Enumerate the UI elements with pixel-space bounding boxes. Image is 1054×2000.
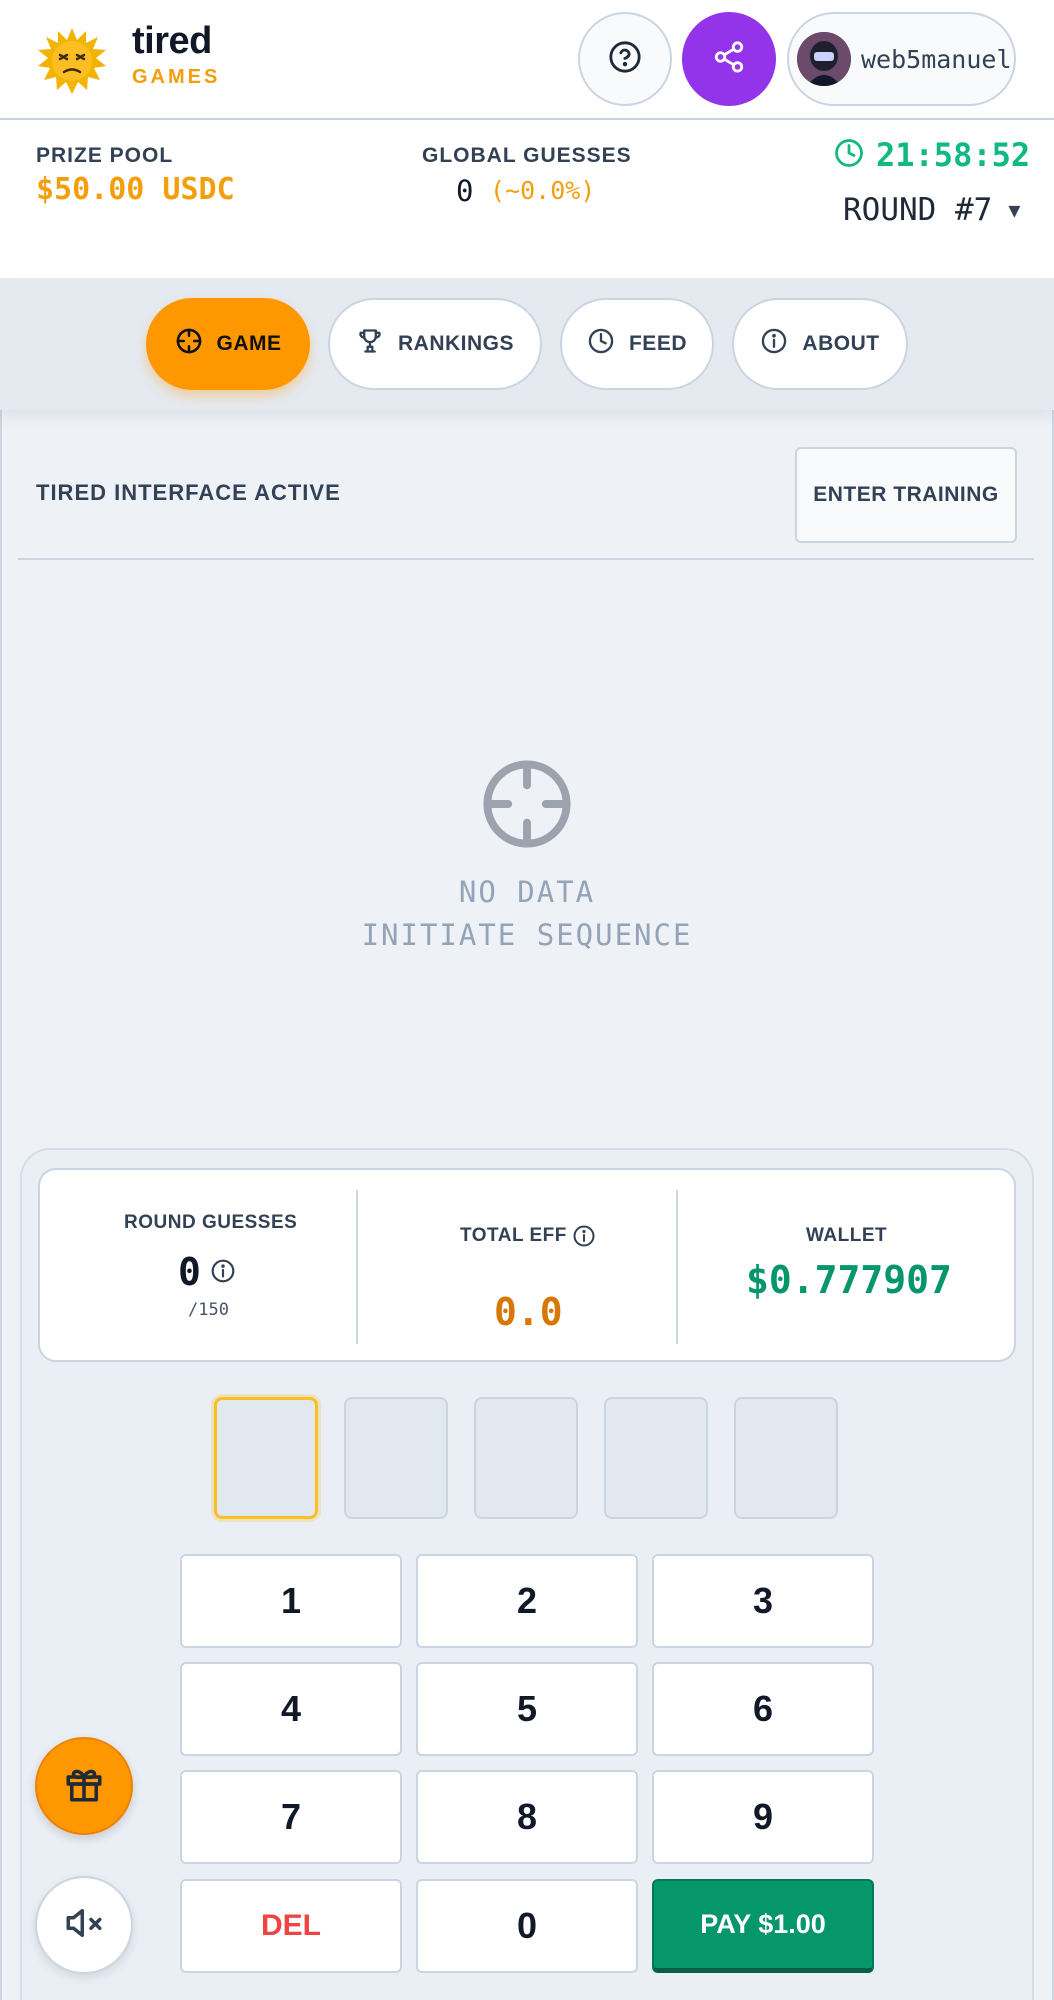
tab-about[interactable]: ABOUT: [732, 298, 908, 390]
chevron-down-icon: ▼: [1008, 198, 1021, 222]
global-guesses-percent: (~0.0%): [490, 176, 596, 205]
tab-label: RANKINGS: [397, 332, 514, 355]
round-guesses-max: /150: [188, 1300, 229, 1320]
tab-label: ABOUT: [802, 332, 880, 355]
brand-name: tired: [132, 20, 212, 62]
crosshair-icon: [477, 754, 577, 859]
divider: [676, 1190, 678, 1344]
round-selector[interactable]: ROUND #7 ▼: [843, 192, 1020, 228]
share-button[interactable]: [682, 12, 776, 106]
info-icon[interactable]: [210, 1258, 236, 1289]
stats-bar: PRIZE POOL $50.00 USDC GLOBAL GUESSES 0 …: [0, 120, 1054, 278]
empty-state-title: NO DATA: [458, 875, 596, 909]
nav-bar: GAME RANKINGS FEED ABOUT: [0, 278, 1054, 410]
delete-button[interactable]: DEL: [180, 1879, 402, 1973]
tab-label: GAME: [216, 332, 282, 355]
crosshair-icon: [175, 327, 217, 361]
mute-button[interactable]: [35, 1876, 133, 1974]
digit-slot[interactable]: [214, 1397, 318, 1519]
trophy-icon: [356, 327, 398, 361]
key-0[interactable]: 0: [416, 1879, 638, 1973]
divider: [356, 1190, 358, 1344]
key-8[interactable]: 8: [416, 1770, 638, 1864]
brand-sub: GAMES: [132, 66, 221, 88]
username: web5manuel: [861, 44, 1012, 74]
gift-icon: [63, 1763, 105, 1810]
empty-state-subtitle: INITIATE SEQUENCE: [361, 918, 693, 952]
key-9[interactable]: 9: [652, 1770, 874, 1864]
tab-rankings[interactable]: RANKINGS: [328, 298, 542, 390]
volume-mute-icon: [63, 1902, 105, 1949]
digit-slot[interactable]: [474, 1397, 578, 1519]
interface-status: TIRED INTERFACE ACTIVE: [36, 480, 341, 505]
digit-slot[interactable]: [734, 1397, 838, 1519]
key-7[interactable]: 7: [180, 1770, 402, 1864]
divider: [18, 558, 1034, 560]
logo-mascot-icon: [38, 28, 106, 94]
key-3[interactable]: 3: [652, 1554, 874, 1648]
round-timer: 21:58:52: [834, 136, 1030, 174]
gift-button[interactable]: [35, 1737, 133, 1835]
key-1[interactable]: 1: [180, 1554, 402, 1648]
pay-button[interactable]: PAY $1.00: [652, 1879, 874, 1973]
clock-icon: [587, 327, 629, 361]
top-header: tired GAMES web5manuel: [0, 0, 1054, 120]
info-icon: [760, 327, 802, 361]
timer-text: 21:58:52: [876, 136, 1031, 174]
round-guesses-value: 0: [178, 1250, 201, 1294]
round-guesses-label: ROUND GUESSES: [124, 1212, 298, 1233]
avatar: [797, 32, 851, 86]
wallet-label: WALLET: [806, 1225, 888, 1246]
round-label: ROUND #7: [843, 192, 993, 228]
tab-label: FEED: [628, 332, 687, 355]
key-4[interactable]: 4: [180, 1662, 402, 1756]
prize-pool-value: $50.00 USDC: [36, 172, 235, 207]
summary-card: ROUND GUESSES 0 /150 TOTAL EFF 0.0 WALLE…: [38, 1168, 1016, 1362]
share-icon: [712, 40, 746, 79]
question-circle-icon: [608, 40, 642, 79]
key-5[interactable]: 5: [416, 1662, 638, 1756]
wallet-value: $0.777907: [746, 1258, 952, 1302]
total-eff-value: 0.0: [494, 1290, 563, 1334]
key-6[interactable]: 6: [652, 1662, 874, 1756]
clock-icon: [834, 138, 864, 173]
enter-training-button[interactable]: ENTER TRAINING: [795, 447, 1017, 543]
key-2[interactable]: 2: [416, 1554, 638, 1648]
digit-slot[interactable]: [604, 1397, 708, 1519]
info-icon[interactable]: [572, 1224, 596, 1253]
digit-slot[interactable]: [344, 1397, 448, 1519]
prize-pool-label: PRIZE POOL: [36, 144, 174, 167]
global-guesses-label: GLOBAL GUESSES: [422, 144, 632, 167]
total-eff-label: TOTAL EFF: [460, 1225, 567, 1246]
tab-feed[interactable]: FEED: [560, 298, 714, 390]
help-button[interactable]: [578, 12, 672, 106]
user-profile-button[interactable]: web5manuel: [787, 12, 1016, 106]
tab-game[interactable]: GAME: [146, 298, 310, 390]
global-guesses-value: 0: [456, 174, 474, 208]
